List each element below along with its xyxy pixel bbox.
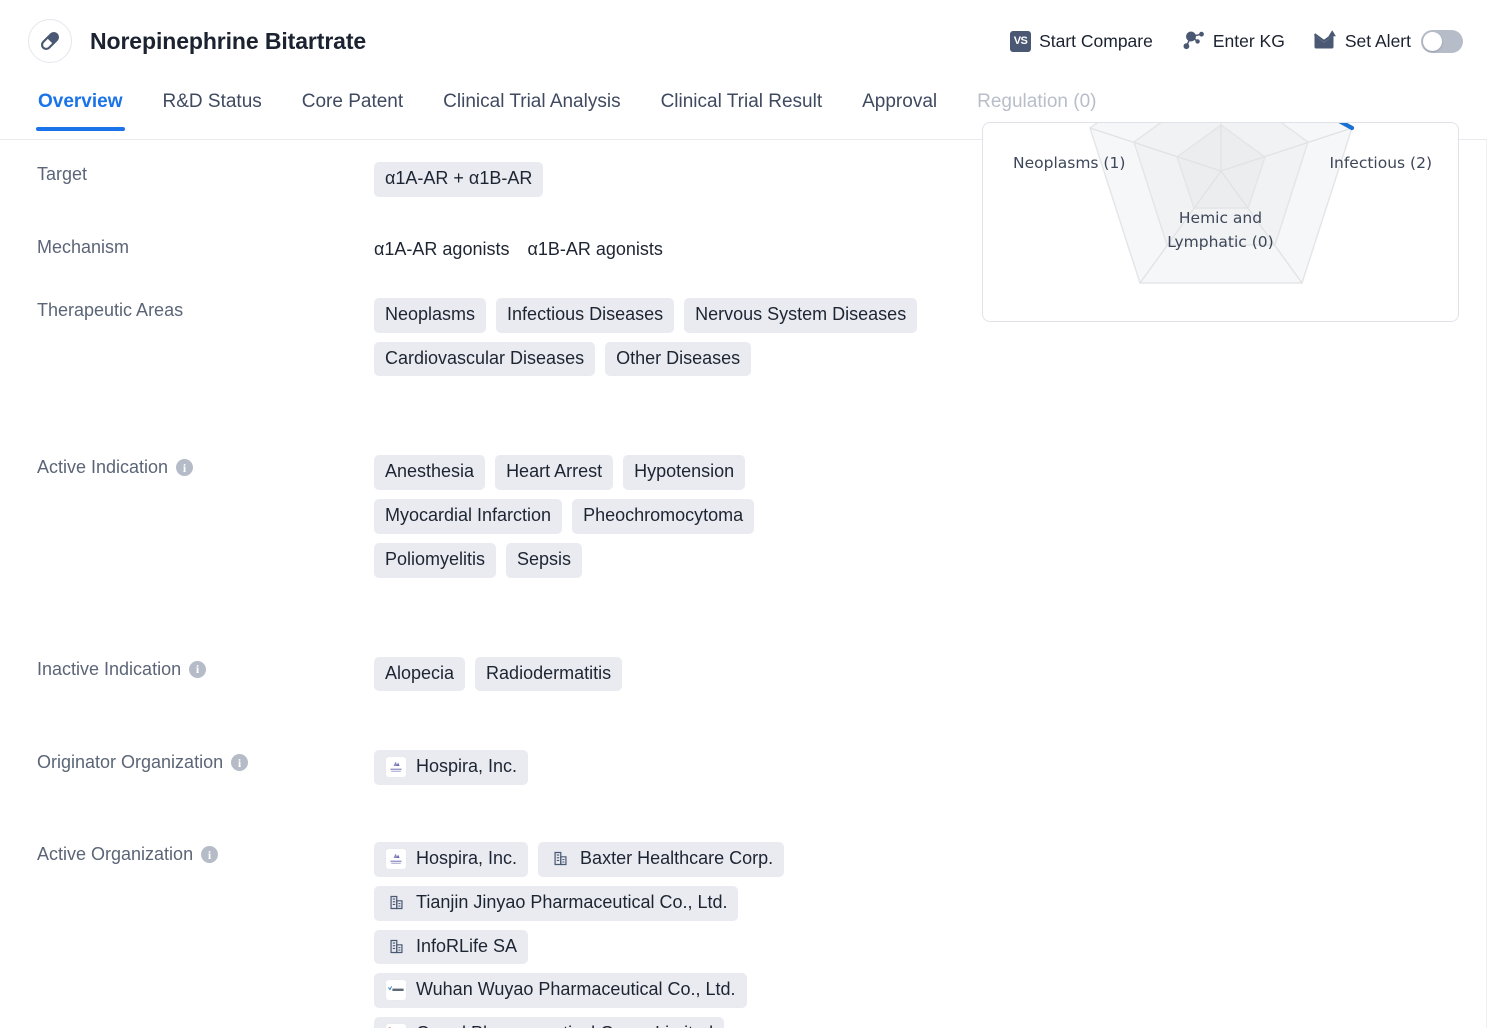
tag-target[interactable]: α1A-AR + α1B-AR xyxy=(374,162,543,197)
set-alert-label: Set Alert xyxy=(1345,31,1411,52)
enter-kg-button[interactable]: Enter KG xyxy=(1181,28,1285,55)
set-alert-button[interactable]: Set Alert xyxy=(1313,28,1463,55)
field-value-mechanism: α1A-AR agonists α1B-AR agonists xyxy=(374,235,960,260)
org-name: Baxter Healthcare Corp. xyxy=(580,847,773,871)
mechanism-value: α1B-AR agonists xyxy=(527,239,662,260)
info-icon[interactable]: i xyxy=(176,459,193,476)
hospira-logo-icon xyxy=(385,756,407,778)
org-name: InfoRLife SA xyxy=(416,935,517,959)
field-row-active-indication: Active Indication i Anesthesia Heart Arr… xyxy=(0,455,960,577)
tag-active-indication[interactable]: Heart Arrest xyxy=(495,455,613,490)
page-header: Norepinephrine Bitartrate VS Start Compa… xyxy=(0,0,1487,82)
tag-therapeutic-area[interactable]: Other Diseases xyxy=(605,342,751,377)
page-title: Norepinephrine Bitartrate xyxy=(90,28,366,55)
building-icon xyxy=(385,892,407,914)
tag-inactive-indication[interactable]: Alopecia xyxy=(374,657,465,692)
toggle-knob xyxy=(1423,32,1442,51)
org-name: Grand Pharmaceutical Group Limited xyxy=(416,1022,713,1028)
tag-inactive-indication[interactable]: Radiodermatitis xyxy=(475,657,622,692)
header-actions: VS Start Compare Enter KG xyxy=(1010,28,1463,55)
info-icon[interactable]: i xyxy=(201,846,218,863)
tag-active-indication[interactable]: Pheochromocytoma xyxy=(572,499,754,534)
info-icon[interactable]: i xyxy=(189,661,206,678)
radar-label-infectious: Infectious (2) xyxy=(1329,154,1432,172)
radar-label-hemic-lymphatic: Hemic andLymphatic (0) xyxy=(983,206,1458,254)
field-label-text: Target xyxy=(37,164,87,185)
tag-active-indication[interactable]: Anesthesia xyxy=(374,455,485,490)
tab-clinical-trial-result[interactable]: Clinical Trial Result xyxy=(641,82,843,131)
field-value-originator-organization: Hospira, Inc. xyxy=(374,750,960,785)
field-label-target: Target xyxy=(37,162,374,185)
field-label-text: Originator Organization xyxy=(37,752,223,773)
field-row-mechanism: Mechanism α1A-AR agonists α1B-AR agonist… xyxy=(0,235,960,260)
tab-core-patent[interactable]: Core Patent xyxy=(282,82,423,131)
field-label-originator-organization: Originator Organization i xyxy=(37,750,374,773)
start-compare-label: Start Compare xyxy=(1039,31,1153,52)
field-value-target: α1A-AR + α1B-AR xyxy=(374,162,960,197)
field-value-therapeutic-areas: Neoplasms Infectious Diseases Nervous Sy… xyxy=(374,298,934,377)
tag-active-organization[interactable]: Tianjin Jinyao Pharmaceutical Co., Ltd. xyxy=(374,886,738,921)
field-label-text: Therapeutic Areas xyxy=(37,300,183,321)
tag-active-organization[interactable]: Hospira, Inc. xyxy=(374,842,528,877)
tab-overview[interactable]: Overview xyxy=(18,82,143,131)
alert-envelope-icon xyxy=(1313,28,1337,55)
tag-active-indication[interactable]: Hypotension xyxy=(623,455,745,490)
tag-therapeutic-area[interactable]: Neoplasms xyxy=(374,298,486,333)
vs-badge-icon: VS xyxy=(1010,31,1031,52)
tab-clinical-trial-analysis[interactable]: Clinical Trial Analysis xyxy=(423,82,640,131)
field-label-mechanism: Mechanism xyxy=(37,235,374,258)
tag-therapeutic-area[interactable]: Cardiovascular Diseases xyxy=(374,342,595,377)
overview-content: Neoplasms (1) Infectious (2) Hemic andLy… xyxy=(0,140,1487,1028)
field-value-active-organization: Hospira, Inc. Baxt xyxy=(374,842,844,1028)
tag-active-organization[interactable]: Baxter Healthcare Corp. xyxy=(538,842,784,877)
field-value-inactive-indication: Alopecia Radiodermatitis xyxy=(374,657,960,692)
tab-approval[interactable]: Approval xyxy=(842,82,957,131)
start-compare-button[interactable]: VS Start Compare xyxy=(1010,31,1153,52)
field-label-therapeutic-areas: Therapeutic Areas xyxy=(37,298,374,321)
field-label-active-indication: Active Indication i xyxy=(37,455,374,478)
tag-active-indication[interactable]: Myocardial Infarction xyxy=(374,499,562,534)
field-label-active-organization: Active Organization i xyxy=(37,842,374,865)
field-value-active-indication: Anesthesia Heart Arrest Hypotension Myoc… xyxy=(374,455,834,577)
field-label-text: Active Indication xyxy=(37,457,168,478)
field-row-therapeutic-areas: Therapeutic Areas Neoplasms Infectious D… xyxy=(0,298,960,377)
org-name: Wuhan Wuyao Pharmaceutical Co., Ltd. xyxy=(416,978,736,1002)
field-row-originator-organization: Originator Organization i Hospira, I xyxy=(0,750,960,785)
field-label-inactive-indication: Inactive Indication i xyxy=(37,657,374,680)
org-name: Tianjin Jinyao Pharmaceutical Co., Ltd. xyxy=(416,891,727,915)
field-label-text: Active Organization xyxy=(37,844,193,865)
wuhan-wuyao-logo-icon xyxy=(385,979,407,1001)
tag-originator-organization[interactable]: Hospira, Inc. xyxy=(374,750,528,785)
tag-therapeutic-area[interactable]: Infectious Diseases xyxy=(496,298,674,333)
hospira-logo-icon xyxy=(385,848,407,870)
enter-kg-label: Enter KG xyxy=(1213,31,1285,52)
field-row-target: Target α1A-AR + α1B-AR xyxy=(0,162,960,197)
knowledge-graph-icon xyxy=(1181,28,1205,55)
mechanism-value: α1A-AR agonists xyxy=(374,239,509,260)
tag-active-organization[interactable]: InfoRLife SA xyxy=(374,930,528,965)
building-icon xyxy=(385,935,407,957)
building-icon xyxy=(549,848,571,870)
detail-fields: Target α1A-AR + α1B-AR Mechanism α1A-AR … xyxy=(0,140,960,1028)
tag-active-indication[interactable]: Sepsis xyxy=(506,543,582,578)
org-name: Hospira, Inc. xyxy=(416,847,517,871)
tag-active-organization[interactable]: Grand Pharmaceutical Group Limited xyxy=(374,1017,724,1028)
field-label-text: Mechanism xyxy=(37,237,129,258)
grand-pharma-logo-icon xyxy=(385,1023,407,1028)
radar-label-neoplasms: Neoplasms (1) xyxy=(1013,154,1125,172)
tag-therapeutic-area[interactable]: Nervous System Diseases xyxy=(684,298,917,333)
pill-capsule-icon xyxy=(28,19,72,63)
tab-rd-status[interactable]: R&D Status xyxy=(143,82,282,131)
tag-active-organization[interactable]: Wuhan Wuyao Pharmaceutical Co., Ltd. xyxy=(374,973,747,1008)
field-label-text: Inactive Indication xyxy=(37,659,181,680)
therapeutic-area-radar-card[interactable]: Neoplasms (1) Infectious (2) Hemic andLy… xyxy=(982,122,1459,322)
org-name: Hospira, Inc. xyxy=(416,755,517,779)
field-row-inactive-indication: Inactive Indication i Alopecia Radioderm… xyxy=(0,657,960,692)
mechanism-values: α1A-AR agonists α1B-AR agonists xyxy=(374,235,663,260)
set-alert-toggle[interactable] xyxy=(1421,30,1463,53)
field-row-active-organization: Active Organization i Hospira, Inc. xyxy=(0,842,960,1028)
info-icon[interactable]: i xyxy=(231,754,248,771)
tag-active-indication[interactable]: Poliomyelitis xyxy=(374,543,496,578)
